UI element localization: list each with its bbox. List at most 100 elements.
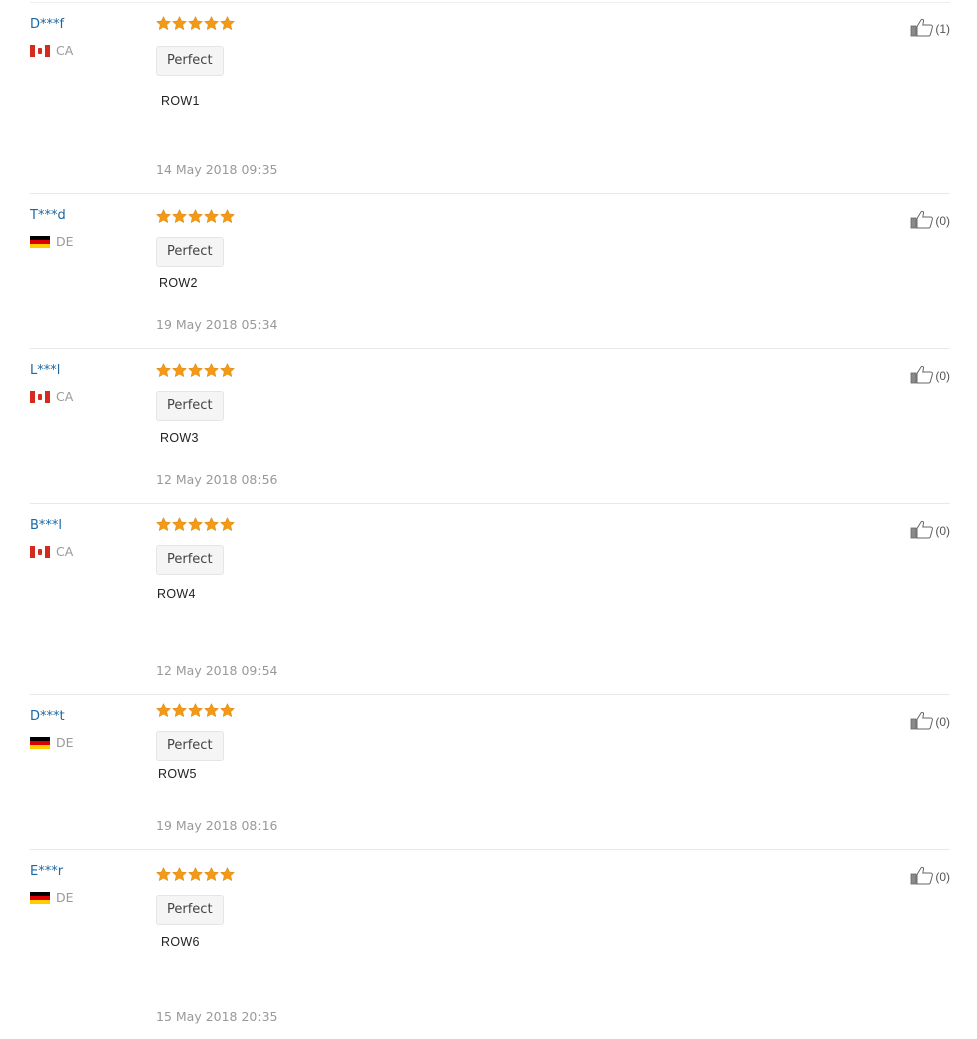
star-icon [156, 16, 171, 31]
star-icon [156, 209, 171, 224]
review-text: ROW2 [159, 276, 198, 290]
review-item: D***f CA Perfect ROW1 14 May 2018 09:35 … [30, 2, 950, 194]
country-code: DE [56, 735, 74, 750]
reviewer-name[interactable]: E***r [30, 864, 140, 880]
helpful-count: (0) [935, 715, 950, 729]
country-code: CA [56, 43, 74, 58]
star-icon [156, 517, 171, 532]
star-rating [156, 363, 235, 378]
review-text: ROW3 [160, 431, 199, 445]
review-text: ROW6 [161, 935, 200, 949]
star-icon [220, 703, 235, 718]
helpful-count: (0) [935, 870, 950, 884]
star-rating [156, 703, 235, 718]
thumbs-up-icon-graphic [910, 18, 934, 37]
star-icon [204, 517, 219, 532]
helpful-count: (0) [935, 524, 950, 538]
reviewer-country: DE [30, 235, 140, 249]
canada-flag-icon [30, 45, 50, 57]
review-text: ROW1 [161, 94, 200, 108]
star-icon [172, 363, 187, 378]
helpful-count: (1) [935, 22, 950, 36]
star-icon [220, 16, 235, 31]
canada-flag-icon [30, 391, 50, 403]
review-date: 19 May 2018 08:16 [156, 818, 278, 833]
star-icon [204, 703, 219, 718]
reviewer-name[interactable]: B***l [30, 518, 140, 534]
thumbs-up-icon [910, 18, 935, 40]
thumbs-up-icon-graphic [910, 520, 934, 539]
helpful-button[interactable]: (0) [910, 365, 950, 387]
helpful-button[interactable]: (0) [910, 520, 950, 542]
country-code: CA [56, 544, 74, 559]
thumbs-up-icon [910, 520, 935, 542]
reviewer-info: L***l CA [30, 363, 140, 404]
helpful-count: (0) [935, 214, 950, 228]
thumbs-up-icon [910, 866, 935, 888]
star-icon [188, 517, 203, 532]
helpful-button[interactable]: (1) [910, 18, 950, 40]
germany-flag-icon [30, 236, 50, 248]
star-icon [188, 16, 203, 31]
review-tag: Perfect [156, 731, 224, 761]
reviewer-info: T***d DE [30, 208, 140, 249]
review-item: L***l CA Perfect ROW3 12 May 2018 08:56 … [30, 348, 950, 504]
star-icon [204, 209, 219, 224]
reviewer-name[interactable]: D***f [30, 17, 140, 33]
star-icon [220, 867, 235, 882]
reviewer-info: D***t DE [30, 709, 140, 750]
review-item: E***r DE Perfect ROW6 15 May 2018 20:35 … [30, 849, 950, 1039]
thumbs-up-icon-graphic [910, 866, 934, 885]
thumbs-up-icon [910, 210, 935, 232]
review-item: B***l CA Perfect ROW4 12 May 2018 09:54 … [30, 503, 950, 695]
review-text: ROW5 [158, 767, 197, 781]
review-tag: Perfect [156, 545, 224, 575]
thumbs-up-icon-graphic [910, 210, 934, 229]
review-item: T***d DE Perfect ROW2 19 May 2018 05:34 … [30, 193, 950, 349]
review-date: 12 May 2018 08:56 [156, 472, 278, 487]
star-icon [172, 209, 187, 224]
review-date: 15 May 2018 20:35 [156, 1009, 278, 1024]
helpful-button[interactable]: (0) [910, 711, 950, 733]
star-icon [204, 867, 219, 882]
reviewer-name[interactable]: L***l [30, 363, 140, 379]
star-icon [156, 867, 171, 882]
star-icon [188, 703, 203, 718]
germany-flag-icon [30, 737, 50, 749]
canada-flag-icon [30, 546, 50, 558]
reviewer-country: CA [30, 44, 140, 58]
star-icon [220, 363, 235, 378]
star-rating [156, 16, 235, 31]
germany-flag-icon [30, 892, 50, 904]
star-icon [172, 517, 187, 532]
star-icon [204, 16, 219, 31]
country-code: DE [56, 890, 74, 905]
star-rating [156, 517, 235, 532]
reviewer-info: B***l CA [30, 518, 140, 559]
star-icon [188, 363, 203, 378]
star-icon [220, 517, 235, 532]
reviewer-country: DE [30, 891, 140, 905]
review-item: D***t DE Perfect ROW5 19 May 2018 08:16 … [30, 694, 950, 850]
review-date: 12 May 2018 09:54 [156, 663, 278, 678]
star-icon [172, 16, 187, 31]
star-icon [220, 209, 235, 224]
reviewer-name[interactable]: T***d [30, 208, 140, 224]
star-icon [156, 363, 171, 378]
reviewer-country: CA [30, 545, 140, 559]
helpful-button[interactable]: (0) [910, 866, 950, 888]
helpful-button[interactable]: (0) [910, 210, 950, 232]
review-tag: Perfect [156, 391, 224, 421]
reviewer-country: CA [30, 390, 140, 404]
reviewer-name[interactable]: D***t [30, 709, 140, 725]
reviewer-info: D***f CA [30, 17, 140, 58]
thumbs-up-icon [910, 365, 935, 387]
thumbs-up-icon-graphic [910, 365, 934, 384]
star-icon [188, 209, 203, 224]
review-tag: Perfect [156, 46, 224, 76]
country-code: CA [56, 389, 74, 404]
review-text: ROW4 [157, 587, 196, 601]
star-icon [172, 703, 187, 718]
star-rating [156, 209, 235, 224]
review-tag: Perfect [156, 237, 224, 267]
